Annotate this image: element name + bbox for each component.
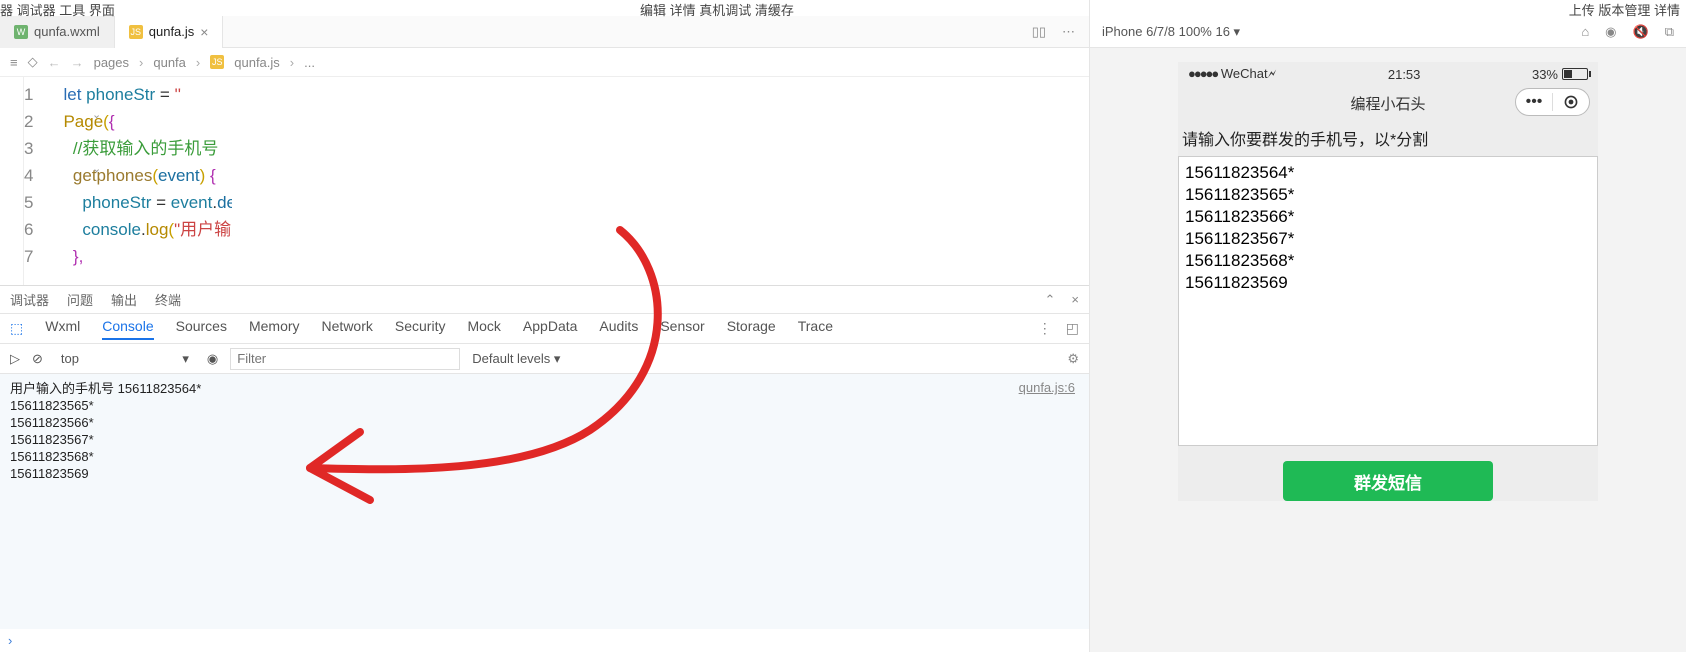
input-label: 请输入你要群发的手机号，以*分割	[1178, 120, 1598, 156]
menu-dots-icon[interactable]: •••	[1516, 89, 1552, 115]
log-label: 用户输入的手机号	[10, 381, 114, 396]
eye-icon[interactable]: ◉	[207, 351, 218, 367]
devtools-tab-output[interactable]: 输出	[111, 290, 137, 309]
crumb[interactable]: qunfa.js	[234, 55, 280, 70]
carrier: WeChat	[1221, 66, 1268, 81]
fold-icon[interactable]: ⌄	[92, 108, 101, 121]
tab-label: qunfa.js	[149, 24, 195, 39]
close-icon[interactable]: ×	[1071, 292, 1079, 308]
list-icon[interactable]: ≡	[10, 55, 18, 70]
dt-tab-sources[interactable]: Sources	[176, 318, 227, 340]
battery-icon	[1562, 68, 1588, 80]
top-menu-center[interactable]: 编辑 详情 真机调试 清缓存	[640, 0, 794, 19]
devtools-tab-problems[interactable]: 问题	[67, 290, 93, 309]
popout-icon[interactable]: ⧉	[1665, 24, 1674, 40]
clear-console-icon[interactable]: ⊘	[32, 351, 43, 367]
dock-icon[interactable]: ◰	[1066, 320, 1079, 337]
inspect-icon[interactable]: ⬚	[10, 320, 23, 337]
dt-tab-audits[interactable]: Audits	[599, 318, 638, 340]
dt-tab-trace[interactable]: Trace	[798, 318, 833, 340]
crumb[interactable]: qunfa	[153, 55, 186, 70]
code-editor[interactable]: 1 2⌄ 3 4⌄ 5 6 7 let phoneStr = '' Page({…	[24, 77, 232, 285]
dt-tab-sensor[interactable]: Sensor	[660, 318, 704, 340]
nav-fwd-icon[interactable]: →	[71, 55, 84, 70]
filter-input[interactable]	[230, 348, 460, 370]
home-icon[interactable]: ⌂	[1581, 24, 1589, 40]
dt-tab-network[interactable]: Network	[322, 318, 373, 340]
signal-icon: ●●●●●	[1188, 66, 1217, 81]
dt-tab-security[interactable]: Security	[395, 318, 446, 340]
context-select[interactable]: top▾	[55, 351, 195, 367]
dt-tab-memory[interactable]: Memory	[249, 318, 300, 340]
crumb: ...	[304, 55, 315, 70]
play-icon[interactable]: ▷	[10, 351, 20, 367]
record-icon[interactable]: ◉	[1605, 24, 1616, 40]
devtools-tab-terminal[interactable]: 终端	[155, 290, 181, 309]
js-file-icon: JS	[129, 25, 143, 39]
dt-tab-console[interactable]: Console	[102, 318, 153, 340]
top-menu-left[interactable]: 器 调试器 工具 界面	[0, 0, 115, 19]
dt-tab-storage[interactable]: Storage	[727, 318, 776, 340]
tab-qunfa-js[interactable]: JS qunfa.js ×	[115, 16, 224, 48]
top-menu-right[interactable]: 上传 版本管理 详情	[1569, 0, 1680, 19]
page-title: 编程小石头	[1350, 93, 1425, 114]
console-output[interactable]: 用户输入的手机号 15611823564* 15611823565* 15611…	[0, 374, 1089, 629]
devtools-tab-debugger[interactable]: 调试器	[10, 290, 49, 309]
send-sms-button[interactable]: 群发短信	[1283, 461, 1493, 501]
tab-label: qunfa.wxml	[34, 24, 100, 39]
js-file-icon: JS	[210, 55, 224, 69]
tab-qunfa-wxml[interactable]: W qunfa.wxml	[0, 16, 115, 48]
breadcrumb: ≡ ◇ ← → pages› qunfa› JS qunfa.js› ...	[0, 48, 1089, 77]
dt-tab-wxml[interactable]: Wxml	[45, 318, 80, 340]
close-icon[interactable]: ×	[200, 24, 208, 40]
phones-textarea[interactable]	[1178, 156, 1598, 446]
device-select[interactable]: iPhone 6/7/8 100% 16 ▾	[1102, 24, 1240, 40]
log-value: 15611823564* 15611823565* 15611823566* 1…	[10, 381, 201, 481]
more-icon[interactable]: ⋯	[1062, 24, 1075, 40]
kebab-icon[interactable]: ⋮	[1038, 320, 1052, 337]
crumb[interactable]: pages	[94, 55, 129, 70]
wxml-file-icon: W	[14, 25, 28, 39]
console-prompt[interactable]: ›	[0, 629, 1089, 652]
chevron-up-icon[interactable]: ⌃	[1045, 292, 1056, 308]
dt-tab-appdata[interactable]: AppData	[523, 318, 577, 340]
capsule-button[interactable]: •••	[1515, 88, 1590, 116]
devtools-panel: 调试器 问题 输出 终端 ⌃ × ⬚ Wxml Console Sources …	[0, 285, 1089, 652]
wifi-icon: 🗲	[1268, 66, 1277, 81]
battery-pct: 33%	[1532, 67, 1558, 82]
log-levels-select[interactable]: Default levels ▾	[472, 351, 560, 367]
bookmark-icon[interactable]: ◇	[28, 54, 38, 70]
gear-icon[interactable]: ⚙	[1067, 351, 1079, 367]
mute-icon[interactable]: 🔇	[1633, 24, 1649, 40]
editor-tabs: W qunfa.wxml JS qunfa.js × ▯▯ ⋯	[0, 16, 1089, 48]
split-editor-icon[interactable]: ▯▯	[1032, 24, 1046, 40]
dt-tab-mock[interactable]: Mock	[467, 318, 500, 340]
log-source-link[interactable]: qunfa.js:6	[1019, 380, 1075, 395]
nav-back-icon[interactable]: ←	[48, 55, 61, 70]
status-time: 21:53	[1388, 67, 1421, 82]
line-gutter: 1 2⌄ 3 4⌄ 5 6 7	[24, 77, 63, 285]
close-ring-icon[interactable]	[1553, 89, 1589, 115]
phone-simulator: ●●●●● WeChat🗲 21:53 33% 编程小石头 ••• 请输入你要群…	[1178, 62, 1598, 501]
fold-icon[interactable]: ⌄	[92, 162, 101, 175]
